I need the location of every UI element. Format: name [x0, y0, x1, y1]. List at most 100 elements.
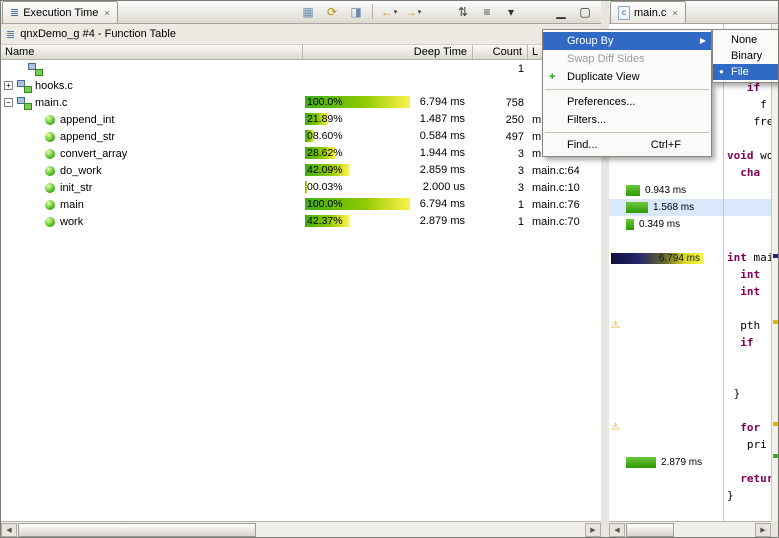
code-text: cha — [727, 166, 760, 179]
count-cell: 1 — [473, 63, 528, 75]
table-row[interactable]: 1 — [1, 60, 601, 77]
ruler-mark-green[interactable] — [773, 454, 778, 458]
code-text: for — [727, 421, 760, 434]
application-window: ≣ Execution Time × ▦⟳◨←▾→▾⇅≡▾▁▢ ≣ qnxDem… — [0, 0, 779, 538]
function-table: 1+hooks.c−main.c100.0%6.794 ms758append_… — [1, 60, 601, 521]
ruler-mark-warning[interactable] — [773, 422, 778, 426]
time-value: 1.487 ms — [420, 113, 465, 125]
code-text: retur — [727, 472, 771, 485]
horizontal-scrollbar-right[interactable]: ◀ ▶ — [609, 521, 771, 538]
table-row[interactable]: init_str00.03%2.000 us3main.c:10 — [1, 179, 601, 196]
function-icon — [45, 200, 55, 210]
tab-main-c[interactable]: c main.c × — [610, 1, 686, 23]
table-row[interactable]: append_int21.89%1.487 ms250m — [1, 111, 601, 128]
function-icon — [45, 132, 55, 142]
column-header-deep-time[interactable]: Deep Time — [303, 45, 473, 59]
name-cell: −main.c — [1, 94, 303, 111]
scrollbar-thumb[interactable] — [18, 523, 256, 537]
horizontal-scrollbar-left[interactable]: ◀ ▶ — [1, 521, 601, 538]
scroll-right-icon[interactable]: ▶ — [755, 523, 771, 537]
function-name: append_int — [60, 114, 114, 126]
menu-item-group-by[interactable]: Group By▶ — [543, 32, 711, 50]
file-node-icon — [17, 80, 31, 92]
time-bar-hot: 6.794 ms — [611, 253, 703, 264]
menu-separator — [545, 132, 709, 133]
menu-item-label: Preferences... — [567, 96, 635, 108]
percent-label: 100.0% — [307, 198, 343, 210]
code-line — [609, 352, 771, 369]
keyword: int — [727, 251, 747, 264]
collapse-icon[interactable]: − — [4, 98, 13, 107]
scrollbar-corner — [771, 521, 779, 538]
table-row[interactable]: main100.0%6.794 ms1main.c:76 — [1, 196, 601, 213]
menu-item-preferences[interactable]: Preferences... — [543, 93, 711, 111]
menu-separator — [545, 89, 709, 90]
back-icon[interactable]: ←▾ — [378, 3, 400, 21]
keyword: cha — [740, 166, 760, 179]
column-header-count[interactable]: Count — [473, 45, 528, 59]
ruler-mark-warning[interactable] — [773, 320, 778, 324]
tab-execution-time[interactable]: ≣ Execution Time × — [2, 1, 118, 23]
overview-ruler[interactable] — [771, 24, 779, 521]
count-cell: 758 — [473, 97, 528, 109]
table-row[interactable]: −main.c100.0%6.794 ms758 — [1, 94, 601, 111]
snapshot-icon[interactable]: ◨ — [345, 3, 367, 21]
forward-icon[interactable]: →▾ — [402, 3, 424, 21]
maximize-icon[interactable]: ▢ — [574, 3, 596, 21]
menu-item-find[interactable]: Find...Ctrl+F — [543, 136, 711, 154]
scroll-left-icon[interactable]: ◀ — [1, 523, 17, 537]
close-icon[interactable]: × — [672, 8, 677, 18]
table-row[interactable]: work42.37%2.879 ms1main.c:70 — [1, 213, 601, 230]
code-text: pri — [727, 438, 767, 451]
code-text: fre — [727, 115, 771, 128]
menu-item-filters[interactable]: Filters... — [543, 111, 711, 129]
function-name: append_str — [60, 131, 115, 143]
count-cell: 3 — [473, 148, 528, 160]
expand-icon[interactable]: + — [4, 81, 13, 90]
close-icon[interactable]: × — [104, 8, 109, 18]
refresh-icon[interactable]: ⟳ — [321, 3, 343, 21]
scroll-right-icon[interactable]: ▶ — [585, 523, 601, 537]
menu-item-duplicate-view[interactable]: +Duplicate View — [543, 68, 711, 86]
menu-item-label: Find... — [567, 139, 598, 151]
code-text: } — [727, 489, 734, 502]
scrollbar-thumb[interactable] — [626, 523, 674, 537]
keyword: int — [740, 268, 760, 281]
table-row[interactable]: append_str08.60%0.584 ms497m — [1, 128, 601, 145]
submenu-item-binary[interactable]: Binary — [713, 48, 778, 64]
left-view-tabbar: ≣ Execution Time × ▦⟳◨ ←▾→▾ ⇅≡▾ ▁▢ — [1, 1, 601, 24]
code-line: 2.879 ms — [609, 454, 771, 471]
execution-time-view-icon: ≣ — [10, 6, 19, 19]
table-row[interactable]: convert_array28.62%1.944 ms3m — [1, 145, 601, 162]
location-cell: main.c:70 — [528, 216, 601, 228]
name-cell: convert_array — [1, 145, 303, 162]
percent-label: 28.62% — [307, 147, 343, 159]
ruler-mark-hot[interactable] — [773, 254, 778, 258]
deep-time-cell: 08.60%0.584 ms — [303, 128, 473, 145]
table-row[interactable]: +hooks.c — [1, 77, 601, 94]
percent-label: 42.09% — [307, 164, 343, 176]
scroll-left-icon[interactable]: ◀ — [609, 523, 625, 537]
percent-label: 00.03% — [307, 181, 343, 193]
code-line: ⚠ for — [609, 420, 771, 437]
layout-icon[interactable]: ▦ — [297, 3, 319, 21]
view-menu-chevron-icon[interactable]: ▾ — [500, 3, 522, 21]
context-menu: Group By▶Swap Diff Sides+Duplicate View P… — [542, 29, 712, 157]
menu-item-swap-diff-sides: Swap Diff Sides — [543, 50, 711, 68]
code-line: int — [609, 284, 771, 301]
column-header-name[interactable]: Name — [1, 45, 303, 59]
tab-label: Execution Time — [23, 7, 98, 19]
editor-tabbar: c main.c × — [609, 1, 779, 24]
submenu-item-none[interactable]: None — [713, 32, 778, 48]
location-cell: main.c:76 — [528, 199, 601, 211]
deep-time-cell: 100.0%6.794 ms — [303, 196, 473, 213]
code-text: int mai — [727, 251, 771, 264]
name-cell: do_work — [1, 162, 303, 179]
warning-icon: ⚠ — [611, 422, 620, 433]
minimize-icon[interactable]: ▁ — [550, 3, 572, 21]
table-row[interactable]: do_work42.09%2.859 ms3main.c:64 — [1, 162, 601, 179]
function-name: init_str — [60, 182, 92, 194]
view-list-icon[interactable]: ≡ — [476, 3, 498, 21]
submenu-item-file[interactable]: ●File — [713, 64, 778, 80]
sort-icon[interactable]: ⇅ — [452, 3, 474, 21]
